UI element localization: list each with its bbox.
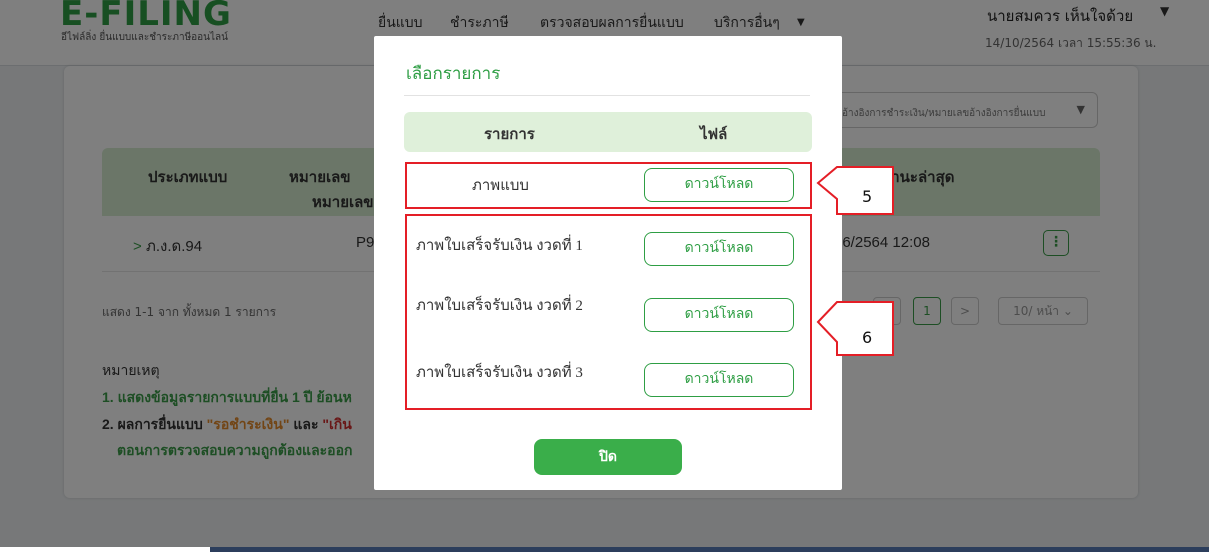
callout-5 bbox=[816, 166, 894, 215]
callout-arrows bbox=[816, 166, 894, 356]
callout-6 bbox=[816, 301, 894, 356]
callout-label-5: 5 bbox=[862, 187, 873, 206]
callout-label-6: 6 bbox=[862, 328, 873, 347]
